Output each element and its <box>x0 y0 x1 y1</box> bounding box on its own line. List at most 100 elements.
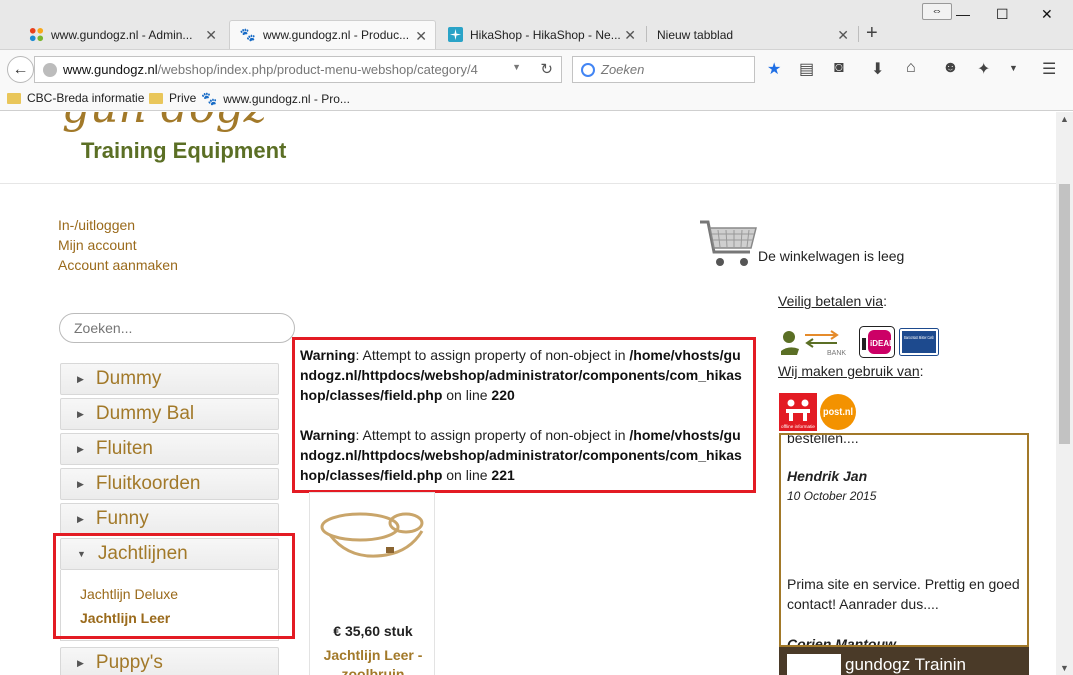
paw-icon: 🐾 <box>239 27 257 42</box>
payment-heading: Veilig betalen via: <box>778 293 887 309</box>
scroll-down-icon[interactable]: ▼ <box>1060 663 1069 673</box>
smiley-icon[interactable]: ☻ <box>942 59 959 77</box>
folder-icon <box>7 92 21 104</box>
browser-search-input[interactable]: Zoeken <box>572 56 755 83</box>
facebook-widget[interactable]: gundogz Trainin <box>779 647 1029 675</box>
offline-info-logo: offline informatie <box>779 393 817 431</box>
scroll-up-icon[interactable]: ▲ <box>1060 114 1069 124</box>
review-date: 10 October 2015 <box>787 489 877 503</box>
product-card[interactable]: € 35,60 stuk Jachtlijn Leer - zoolbruin <box>309 492 435 675</box>
extension-icon[interactable]: ✦ <box>977 59 990 79</box>
close-icon[interactable]: ✕ <box>837 27 849 44</box>
tab-admin[interactable]: www.gundogz.nl - Admin... ✕ <box>18 20 225 49</box>
category-fluiten[interactable]: ▶ Fluiten <box>60 433 279 465</box>
search-engine-icon <box>581 62 595 77</box>
product-price: € 35,60 stuk <box>333 623 413 639</box>
page-scrollbar[interactable]: ▲ ▼ <box>1056 112 1073 675</box>
url-bar[interactable]: www.gundogz.nl/webshop/index.php/product… <box>34 56 562 83</box>
close-icon[interactable]: ✕ <box>624 27 636 44</box>
bookmark-label: www.gundogz.nl - Pro... <box>223 92 350 106</box>
postnl-logo-text: post.nl <box>823 407 853 418</box>
category-menu: ▶ Dummy ▶ Dummy Bal ▶ Fluiten ▶ Fluitkoorden… <box>60 363 279 675</box>
subcategory-jachtlijn-leer[interactable]: Jachtlijn Leer <box>80 606 278 630</box>
subcategory-jachtlijn-deluxe[interactable]: Jachtlijn Deluxe <box>80 582 278 606</box>
maximize-button[interactable]: ☐ <box>996 6 1009 23</box>
tab-hikashop[interactable]: HikaShop - HikaShop - Ne... ✕ <box>437 20 644 49</box>
ideal-logo: iDEAL <box>859 326 895 358</box>
reload-icon[interactable]: ↻ <box>540 60 553 78</box>
tab-product[interactable]: 🐾 www.gundogz.nl - Produc... ✕ <box>229 20 436 49</box>
category-fluitkoorden[interactable]: ▶ Fluitkoorden <box>60 468 279 500</box>
minimize-button[interactable]: — <box>956 6 970 22</box>
back-button[interactable]: ← <box>7 56 34 83</box>
category-jachtlijnen[interactable]: ▼ Jachtlijnen <box>60 538 279 570</box>
bookmark-cbc-breda[interactable]: CBC-Breda informatie <box>7 91 144 105</box>
create-account-link[interactable]: Account aanmaken <box>58 255 178 275</box>
facebook-page-title[interactable]: gundogz Trainin <box>845 655 966 675</box>
usage-heading-colon: : <box>919 363 924 379</box>
product-image[interactable] <box>310 501 436 581</box>
triangle-right-icon: ▶ <box>77 513 84 524</box>
reviews-widget: bestellen.... Hendrik Jan 10 October 201… <box>779 433 1029 647</box>
warning-line: 221 <box>491 467 515 483</box>
category-label: Dummy <box>95 368 162 389</box>
url-host: www.gundogz.nl <box>63 62 158 77</box>
bank-transfer-icon: BANK <box>781 330 846 357</box>
category-dummy-bal[interactable]: ▶ Dummy Bal <box>60 398 279 430</box>
triangle-right-icon: ▶ <box>77 478 84 489</box>
cart-status: De winkelwagen is leeg <box>758 248 905 264</box>
my-account-link[interactable]: Mijn account <box>58 235 178 255</box>
resize-icon[interactable]: ⇔ <box>922 3 952 20</box>
pocket-icon[interactable]: ◙ <box>834 59 844 77</box>
facebook-page-thumbnail <box>787 654 841 675</box>
tab-title: www.gundogz.nl - Admin... <box>51 27 193 42</box>
scrollbar-thumb[interactable] <box>1059 184 1070 444</box>
warning-text: : Attempt to assign property of non-obje… <box>355 427 630 443</box>
url-text: www.gundogz.nl/webshop/index.php/product… <box>63 62 503 77</box>
ideal-logo-text: iDEAL <box>870 339 894 348</box>
user-menu: In-/uitloggen Mijn account Account aanma… <box>58 215 178 275</box>
bookmark-label: Prive <box>169 91 197 105</box>
service-logos: offline informatie post.nl <box>779 393 857 431</box>
tab-title: Nieuw tabblad <box>657 27 734 42</box>
review-text: Prima site en service. Prettig en goed c… <box>787 576 1020 612</box>
category-funny[interactable]: ▶ Funny <box>60 503 279 535</box>
chevron-down-icon[interactable]: ▼ <box>512 62 521 72</box>
close-icon[interactable]: ✕ <box>205 27 217 44</box>
category-label: Jachtlijnen <box>97 543 188 564</box>
cart-module[interactable]: De winkelwagen is leeg <box>698 218 904 270</box>
joomla-icon <box>28 27 44 43</box>
tab-new[interactable]: Nieuw tabblad ✕ <box>647 20 857 49</box>
bank-logo-text: BANK <box>827 350 846 357</box>
reviews-scroller: bestellen.... Hendrik Jan 10 October 201… <box>787 435 1023 647</box>
triangle-right-icon: ▶ <box>77 657 84 668</box>
home-icon[interactable]: ⌂ <box>906 59 916 77</box>
download-icon[interactable]: ⬇ <box>871 59 884 79</box>
login-link[interactable]: In-/uitloggen <box>58 215 178 235</box>
category-label: Dummy Bal <box>95 403 195 424</box>
search-placeholder: Zoeken <box>601 62 645 77</box>
star-icon[interactable]: ★ <box>767 59 781 79</box>
bookmark-gundogz[interactable]: 🐾 www.gundogz.nl - Pro... <box>201 91 350 107</box>
chevron-down-icon[interactable]: ▼ <box>1009 63 1018 73</box>
warning-message: Warning: Attempt to assign property of n… <box>300 345 748 405</box>
category-puppys[interactable]: ▶ Puppy's <box>60 647 279 675</box>
payment-heading-colon: : <box>883 293 887 309</box>
site-logo-subtitle: Training Equipment <box>81 138 287 163</box>
category-dummy[interactable]: ▶ Dummy <box>60 363 279 395</box>
bookmarks-bar: CBC-Breda informatie Prive 🐾 www.gundogz… <box>0 87 1073 111</box>
tab-separator <box>858 26 859 42</box>
product-name-link[interactable]: Jachtlijn Leer - zoolbruin <box>310 646 436 675</box>
reading-list-icon[interactable]: ▤ <box>799 59 814 79</box>
payment-logos: BANK iDEAL Bancontact Mister Cash <box>779 326 939 358</box>
site-logo[interactable]: gun dogz <box>62 112 267 133</box>
menu-icon[interactable]: ☰ <box>1042 59 1056 79</box>
new-tab-button[interactable]: + <box>866 22 878 45</box>
bookmark-label: CBC-Breda informatie <box>27 91 145 105</box>
category-label: Fluitkoorden <box>95 473 201 494</box>
close-icon[interactable]: ✕ <box>415 28 427 45</box>
bookmark-prive[interactable]: Prive <box>149 91 196 105</box>
site-search-input[interactable] <box>59 313 295 343</box>
review-author-next: Corien Mantouw <box>787 636 896 647</box>
close-window-button[interactable]: ✕ <box>1041 6 1053 23</box>
